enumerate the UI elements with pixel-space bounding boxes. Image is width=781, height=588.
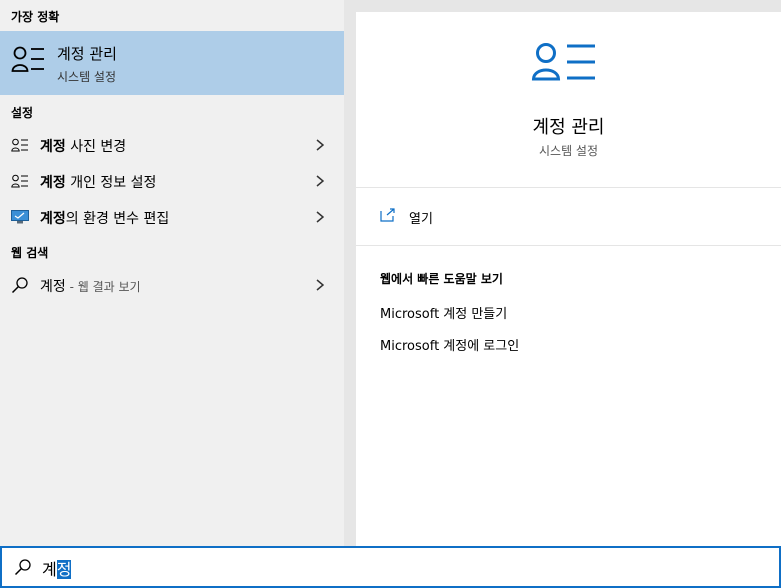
help-link-sign-in[interactable]: Microsoft 계정에 로그인 (380, 335, 519, 354)
open-button[interactable]: 열기 (356, 188, 781, 244)
divider (356, 245, 781, 246)
user-list-icon (11, 174, 28, 188)
web-search-header: 웹 검색 (11, 246, 49, 260)
selected-text: 정 (56, 560, 72, 579)
user-list-icon (531, 43, 595, 81)
search-input[interactable]: 계정 (42, 556, 72, 580)
open-icon (380, 208, 395, 222)
preview-subtitle: 시스템 설정 (538, 144, 598, 158)
preview-title: 계정 관리 (532, 117, 605, 138)
open-label: 열기 (409, 212, 433, 227)
settings-header: 설정 (11, 106, 34, 120)
settings-item-label: 계정의 환경 변수 편집 (40, 211, 170, 227)
chevron-right-icon (316, 175, 324, 187)
search-icon (14, 559, 31, 576)
best-match-item[interactable]: 계정 관리 시스템 설정 (0, 31, 344, 95)
settings-item-change-photo[interactable]: 계정 사진 변경 (0, 128, 344, 162)
chevron-right-icon (316, 139, 324, 151)
user-list-icon (11, 138, 28, 152)
monitor-icon (11, 210, 29, 224)
best-match-header: 가장 정확 (11, 10, 60, 24)
web-search-item[interactable]: 계정 - 웹 결과 보기 (0, 268, 344, 302)
chevron-right-icon (316, 211, 324, 223)
user-list-icon (11, 46, 44, 72)
settings-item-env-vars[interactable]: 계정의 환경 변수 편집 (0, 200, 344, 234)
web-search-label: 계정 - 웹 결과 보기 (40, 279, 141, 295)
search-box[interactable]: 계정 (0, 546, 781, 588)
chevron-right-icon (316, 279, 324, 291)
best-match-subtitle: 시스템 설정 (57, 70, 117, 84)
settings-item-privacy[interactable]: 계정 개인 정보 설정 (0, 164, 344, 198)
search-icon (11, 277, 28, 294)
best-match-title: 계정 관리 (57, 45, 117, 63)
preview-pane: 계정 관리 시스템 설정 열기 웹에서 빠른 도움말 보기 Microsoft … (356, 12, 781, 546)
results-pane: 가장 정확 계정 관리 시스템 설정 설정 계정 사진 변경 계정 개인 정보 … (0, 0, 344, 546)
settings-item-label: 계정 개인 정보 설정 (40, 175, 157, 191)
settings-item-label: 계정 사진 변경 (40, 139, 127, 155)
help-link-create-account[interactable]: Microsoft 계정 만들기 (380, 303, 507, 322)
help-section-title: 웹에서 빠른 도움말 보기 (380, 272, 503, 286)
